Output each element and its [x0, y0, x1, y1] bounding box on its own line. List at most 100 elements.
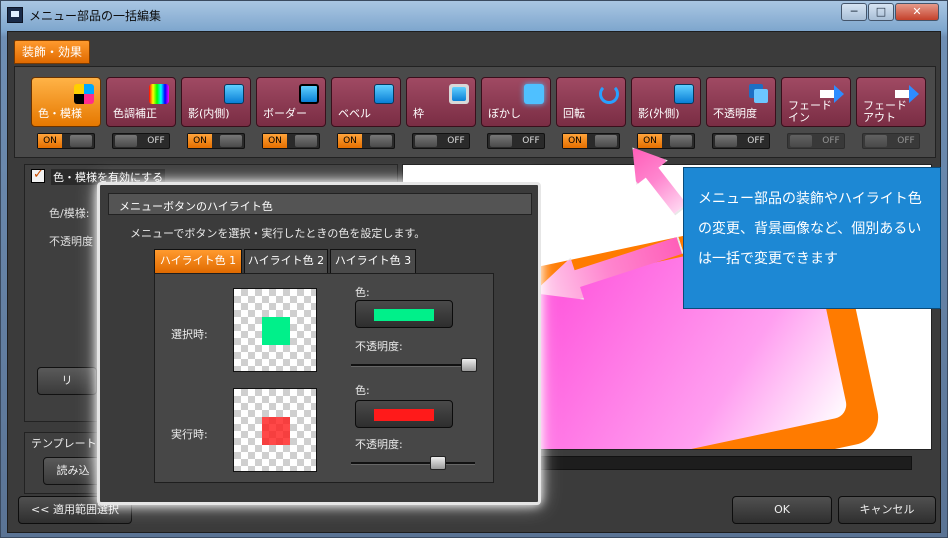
tool-button-color-pattern[interactable]: 色・模様 [31, 77, 101, 127]
select-opacity-slider[interactable] [351, 358, 477, 372]
tool-label: ベベル [338, 107, 371, 120]
exec-opacity-label: 不透明度: [355, 438, 403, 451]
popup-description: メニューでボタンを選択・実行したときの色を設定します。 [130, 227, 426, 240]
tab-highlight-2[interactable]: ハイライト色 2 [244, 249, 328, 273]
rotate-icon [599, 84, 619, 104]
toggle-knob [115, 135, 137, 147]
tool-label: ぼかし [488, 107, 521, 120]
exec-color-button[interactable] [355, 400, 453, 428]
tab-highlight-3[interactable]: ハイライト色 3 [330, 249, 416, 273]
color-correction-icon [149, 84, 169, 104]
tool-frame: 枠 ONOFF [406, 77, 476, 155]
blur-icon [524, 84, 544, 104]
effects-toolbar: 色・模様ONOFF色調補正ONOFF影(内側)ONOFFボーダーONOFFベベル… [14, 66, 936, 158]
tool-button-fade-out[interactable]: フェード アウト [856, 77, 926, 127]
exec-color-bar [374, 409, 434, 421]
toggle-off-label: OFF [522, 136, 540, 146]
toggle-switch: ONOFF [787, 133, 845, 149]
select-color-label: 色: [355, 286, 370, 299]
toggle-knob [415, 135, 437, 147]
minimize-button[interactable]: ─ [841, 3, 867, 21]
enable-checkbox[interactable] [31, 167, 45, 183]
tool-button-opacity[interactable]: 不透明度 [706, 77, 776, 127]
tool-button-frame[interactable]: 枠 [406, 77, 476, 127]
popup-title: メニューボタンのハイライト色 [119, 200, 273, 213]
toggle-switch[interactable]: ONOFF [712, 133, 770, 149]
inner-shadow-icon [224, 84, 244, 104]
tool-opacity: 不透明度 ONOFF [706, 77, 776, 155]
highlight-settings: 選択時: 色: 不透明度: 実行時: 色: 不透明度: [154, 273, 494, 483]
tool-fade-in: フェード イン ONOFF [781, 77, 851, 155]
toggle-switch[interactable]: ONOFF [487, 133, 545, 149]
select-color-bar [374, 309, 434, 321]
tool-blur: ぼかし ONOFF [481, 77, 551, 155]
tool-color-pattern: 色・模様 ONOFF [31, 77, 101, 155]
exec-state-label: 実行時: [171, 428, 208, 441]
toggle-knob [670, 135, 692, 147]
tool-button-inner-shadow[interactable]: 影(内側) [181, 77, 251, 127]
toggle-knob [490, 135, 512, 147]
frame-icon [449, 84, 469, 104]
tool-label: 影(内側) [188, 107, 230, 120]
close-button[interactable]: ✕ [895, 3, 939, 21]
ok-button[interactable]: OK [732, 496, 832, 524]
toggle-switch[interactable]: ONOFF [412, 133, 470, 149]
bevel-icon [374, 84, 394, 104]
reset-button[interactable]: リ [37, 367, 97, 395]
tool-color-correction: 色調補正 ONOFF [106, 77, 176, 155]
select-opacity-knob[interactable] [461, 358, 477, 372]
color-pattern-label: 色/模様: [49, 207, 90, 220]
tool-label: 影(外側) [638, 107, 680, 120]
toggle-knob [295, 135, 317, 147]
app-icon [7, 7, 23, 23]
exec-opacity-knob[interactable] [430, 456, 446, 470]
toggle-switch[interactable]: ONOFF [112, 133, 170, 149]
cancel-button[interactable]: キャンセル [838, 496, 936, 524]
load-template-button[interactable]: 読み込 [43, 457, 103, 485]
tab-decoration-effects[interactable]: 装飾・効果 [14, 40, 90, 64]
title-bar: メニュー部品の一括編集 ─ □ ✕ [1, 1, 947, 29]
tool-button-blur[interactable]: ぼかし [481, 77, 551, 127]
tool-label: フェード アウト [863, 99, 907, 124]
tool-border: ボーダー ONOFF [256, 77, 326, 155]
tool-button-rotate[interactable]: 回転 [556, 77, 626, 127]
toggle-switch[interactable]: ONOFF [187, 133, 245, 149]
toggle-off-label: OFF [897, 136, 915, 146]
exec-color-label: 色: [355, 384, 370, 397]
tool-label: 枠 [413, 107, 424, 120]
toggle-switch[interactable]: ONOFF [562, 133, 620, 149]
info-balloon: メニュー部品の装飾やハイライト色の変更、背景画像など、個別あるいは一括で変更でき… [683, 167, 941, 309]
tool-label: 色調補正 [113, 107, 157, 120]
tool-button-bevel[interactable]: ベベル [331, 77, 401, 127]
toggle-switch[interactable]: ONOFF [337, 133, 395, 149]
window-title: メニュー部品の一括編集 [29, 9, 162, 23]
exec-color-swatch [262, 417, 290, 445]
exec-opacity-slider[interactable] [351, 456, 475, 470]
outer-shadow-icon [674, 84, 694, 104]
tool-button-fade-in[interactable]: フェード イン [781, 77, 851, 127]
toggle-switch[interactable]: ONOFF [262, 133, 320, 149]
toggle-on-label: ON [188, 134, 212, 148]
tool-label: フェード イン [788, 99, 832, 124]
tool-button-color-correction[interactable]: 色調補正 [106, 77, 176, 127]
toggle-on-label: ON [263, 134, 287, 148]
maximize-button[interactable]: □ [868, 3, 894, 21]
toggle-switch[interactable]: ONOFF [37, 133, 95, 149]
tool-button-outer-shadow[interactable]: 影(外側) [631, 77, 701, 127]
toggle-on-label: ON [38, 134, 62, 148]
toggle-knob [715, 135, 737, 147]
tool-button-border[interactable]: ボーダー [256, 77, 326, 127]
app-window: メニュー部品の一括編集 ─ □ ✕ 装飾・効果 色・模様ONOFF色調補正ONO… [0, 0, 948, 538]
select-opacity-label: 不透明度: [355, 340, 403, 353]
toggle-on-label: ON [563, 134, 587, 148]
color-pattern-icon [74, 84, 94, 104]
tab-highlight-1[interactable]: ハイライト色 1 [154, 249, 242, 273]
select-color-button[interactable] [355, 300, 453, 328]
tool-label: 色・模様 [38, 107, 82, 120]
toggle-off-label: OFF [747, 136, 765, 146]
border-icon [299, 84, 319, 104]
tool-label: ボーダー [263, 107, 307, 120]
toggle-knob [865, 135, 887, 147]
toggle-knob [70, 135, 92, 147]
toggle-switch[interactable]: ONOFF [637, 133, 695, 149]
